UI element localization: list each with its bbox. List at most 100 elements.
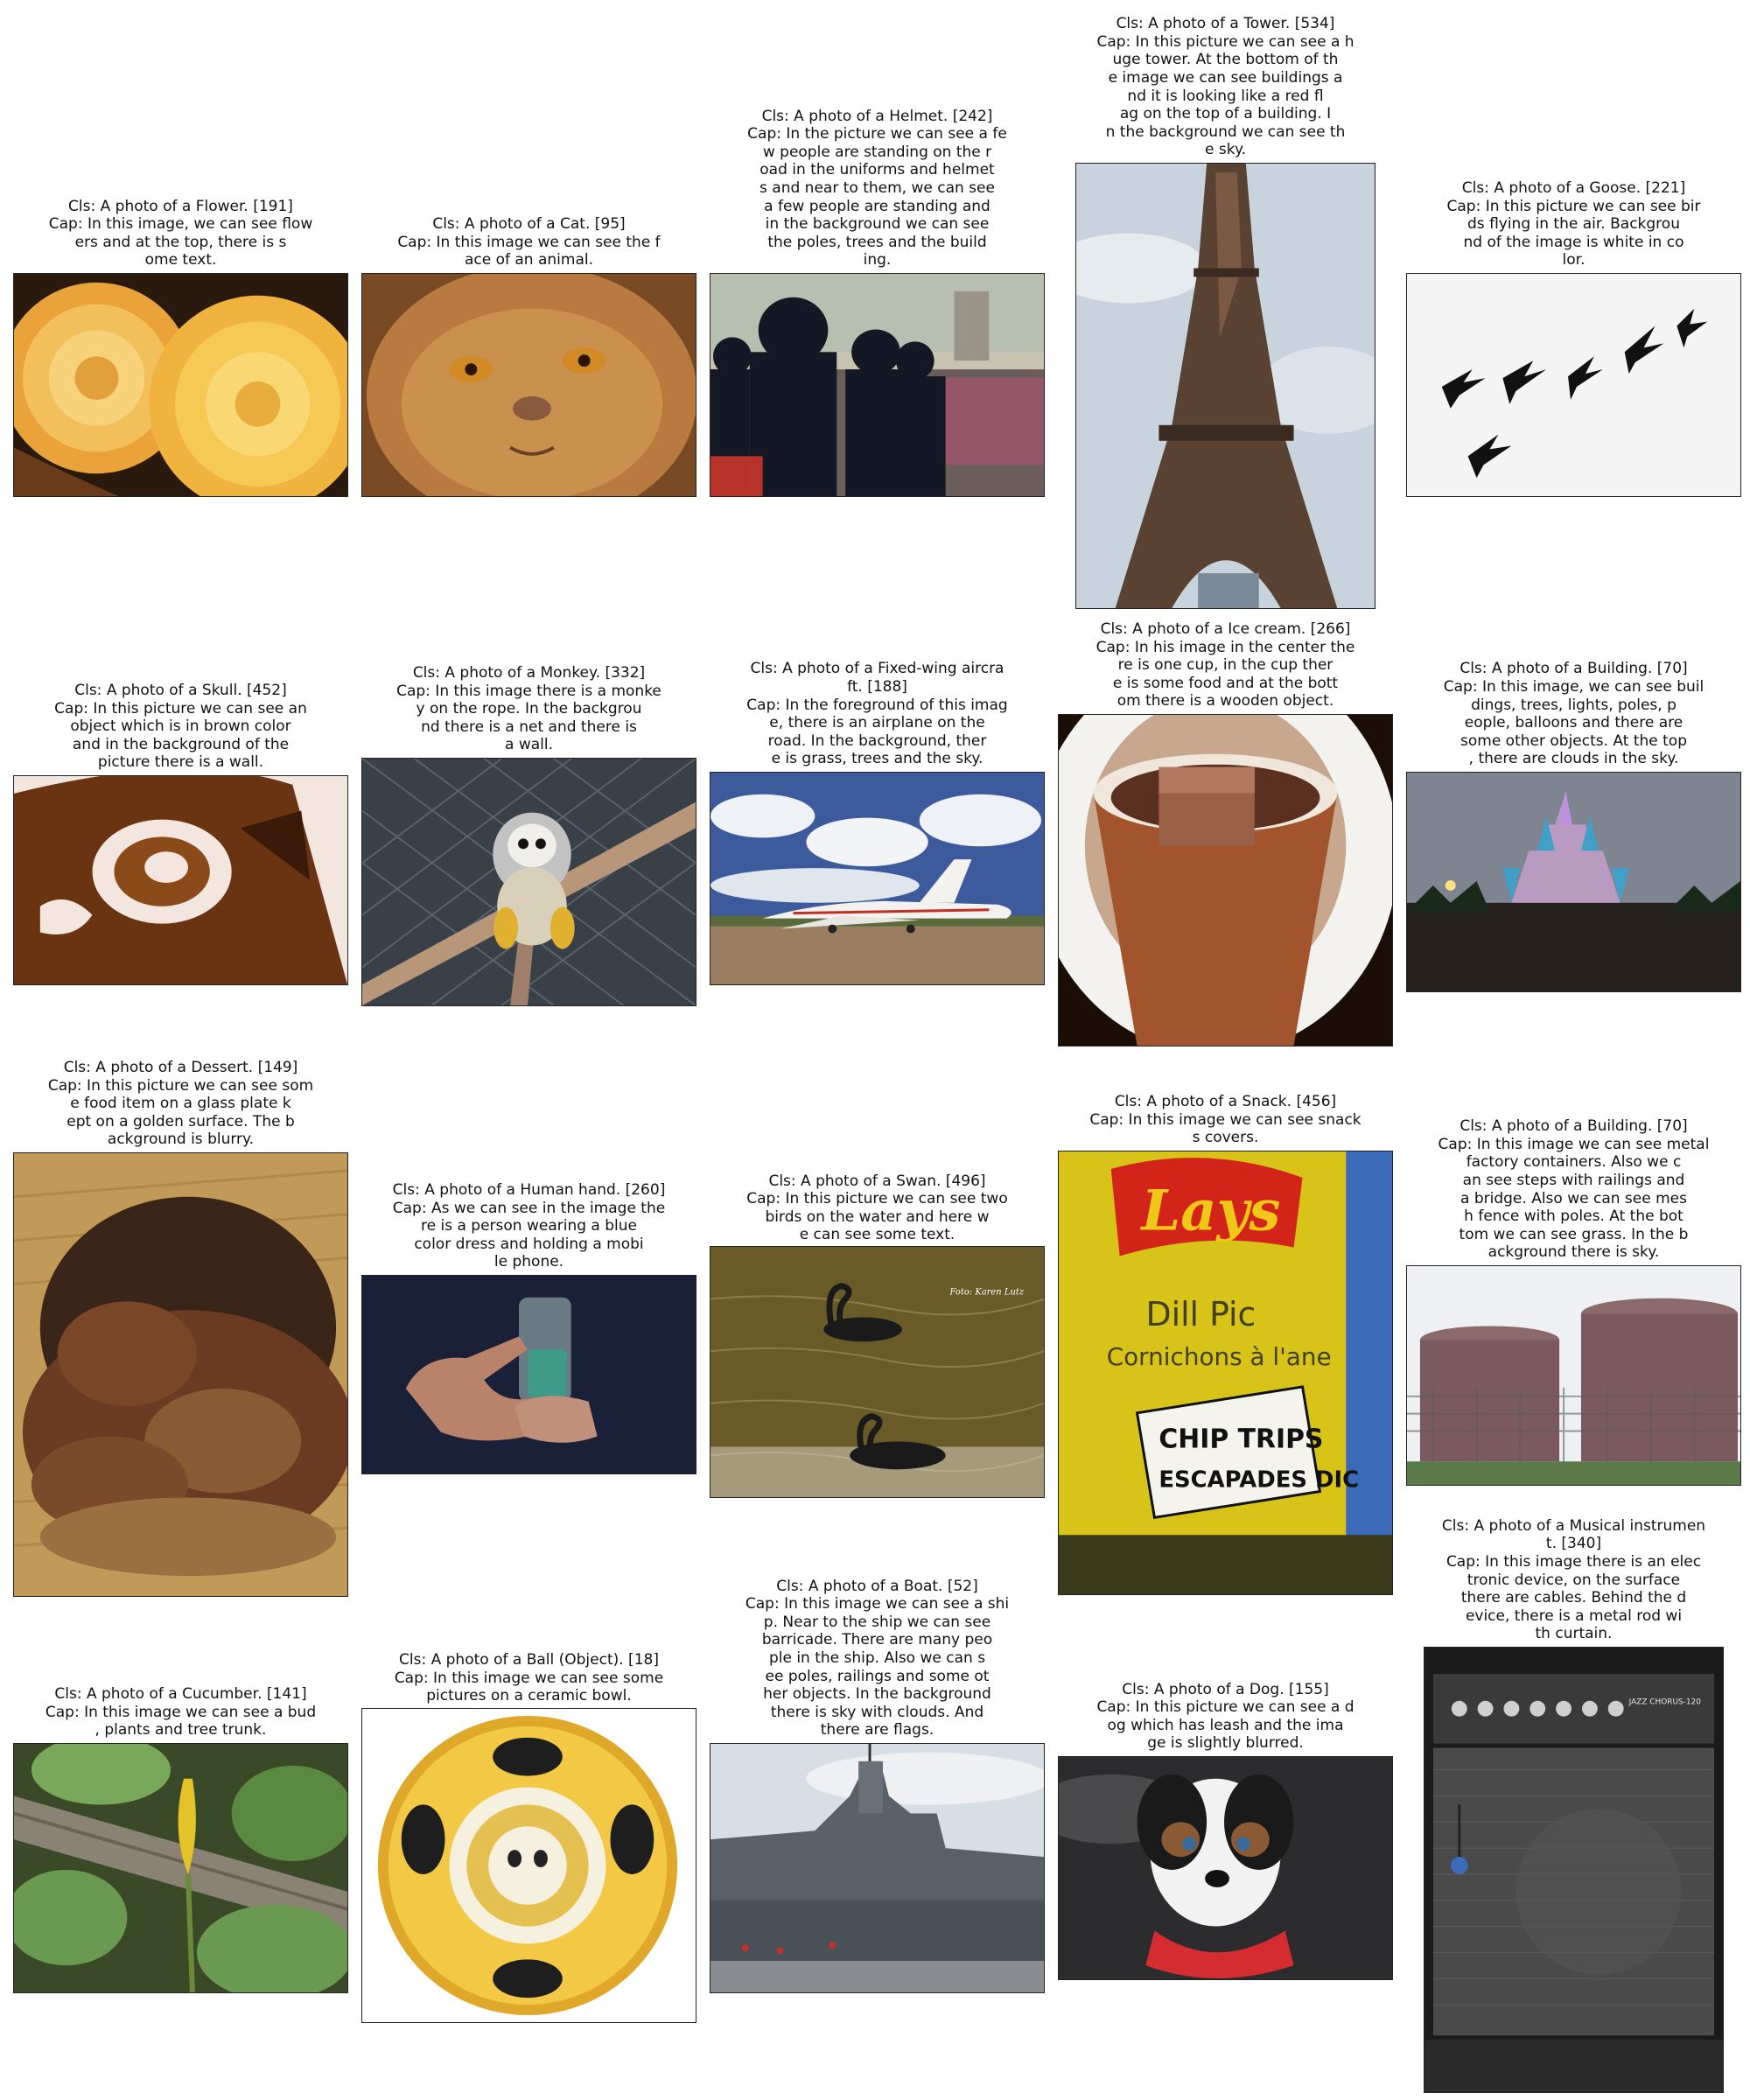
class-label: Cls: A photo of a Building. [70]	[1460, 660, 1688, 678]
watermark: Foto: Karen Lutz	[949, 1288, 1025, 1298]
class-label: Cls: A photo of a Musical instrumen t. […	[1441, 1516, 1706, 1553]
tile-cucumber: Cls: A photo of a Cucumber. [141] Cap: I…	[13, 1680, 348, 1993]
class-label: Cls: A photo of a Swan. [496]	[768, 1172, 986, 1190]
photo-helmet	[710, 273, 1045, 497]
caption-text: Cap: In this image, we can see flow ers …	[48, 215, 313, 270]
tile-castle: Cls: A photo of a Building. [70] Cap: In…	[1406, 656, 1741, 992]
bag-flavor-fr: Cornichons à l'ane	[1107, 1342, 1332, 1371]
photo-cucumber	[13, 1743, 348, 1993]
tile-hand: Cls: A photo of a Human hand. [260] Cap:…	[361, 1177, 696, 1474]
caption: Cls: A photo of a Goose. [221] Cap: In t…	[1389, 179, 1750, 270]
caption-text: Cap: In his image in the center the re i…	[1096, 638, 1355, 710]
caption-text: Cap: In the foreground of this imag e, t…	[746, 696, 1008, 768]
tile-flower: Cls: A photo of a Flower. [191] Cap: In …	[13, 192, 348, 497]
caption: Cls: A photo of a Snack. [456] Cap: In t…	[1040, 1093, 1410, 1147]
photo-tower	[1075, 163, 1376, 609]
caption: Cls: A photo of a Helmet. [242] Cap: In …	[692, 108, 1062, 270]
caption: Cls: A photo of a Boat. [52] Cap: In thi…	[692, 1578, 1062, 1740]
class-label: Cls: A photo of a Tower. [534]	[1116, 15, 1335, 33]
caption: Cls: A photo of a Building. [70] Cap: In…	[1389, 1117, 1750, 1262]
caption-text: Cap: In the picture we can see a fe w pe…	[747, 125, 1007, 270]
class-label: Cls: A photo of a Boat. [52]	[776, 1577, 978, 1595]
class-label: Cls: A photo of a Cat. [95]	[432, 215, 626, 234]
bag-flavor: Dill Pic	[1145, 1295, 1256, 1334]
tile-dog: Cls: A photo of a Dog. [155] Cap: In thi…	[1058, 1676, 1393, 1980]
caption: Cls: A photo of a Human hand. [260] Cap:…	[344, 1181, 714, 1271]
caption: Cls: A photo of a Dessert. [149] Cap: In…	[0, 1059, 366, 1149]
caption-text: Cap: In this image there is an elec tron…	[1446, 1553, 1702, 1643]
photo-flower	[13, 273, 348, 497]
photo-ship	[710, 1743, 1045, 1993]
photo-bowl	[361, 1708, 696, 2023]
photo-hand	[361, 1275, 696, 1474]
caption-text: Cap: In this image we can see snack s co…	[1089, 1110, 1362, 1147]
tile-icecream: Cls: A photo of a Ice cream. [266] Cap: …	[1058, 615, 1393, 1046]
caption-text: Cap: In this picture we can see bir ds f…	[1446, 197, 1701, 270]
class-label: Cls: A photo of a Dessert. [149]	[63, 1059, 298, 1077]
photo-goose	[1406, 273, 1741, 497]
caption: Cls: A photo of a Skull. [452] Cap: In t…	[0, 682, 366, 772]
photo-monkey	[361, 758, 696, 1006]
caption-text: Cap: In this image, we can see buil ding…	[1443, 678, 1704, 768]
amp-label: JAZZ CHORUS-120	[1628, 1698, 1702, 1707]
caption-text: Cap: In this picture we can see two bird…	[746, 1190, 1008, 1244]
tile-aircraft: Cls: A photo of a Fixed-wing aircra ft. …	[710, 656, 1045, 985]
tile-swan: Cls: A photo of a Swan. [496] Cap: In th…	[710, 1155, 1045, 1498]
caption: Cls: A photo of a Ice cream. [266] Cap: …	[1040, 620, 1410, 710]
tile-snack: Cls: A photo of a Snack. [456] Cap: In t…	[1058, 1089, 1393, 1595]
caption: Cls: A photo of a Swan. [496] Cap: In th…	[692, 1172, 1062, 1244]
tile-skull: Cls: A photo of a Skull. [452] Cap: In t…	[13, 674, 348, 985]
photo-tanks	[1406, 1265, 1741, 1486]
caption-text: Cap: In this picture we can see a d og w…	[1096, 1698, 1354, 1753]
caption: Cls: A photo of a Musical instrumen t. […	[1406, 1517, 1741, 1643]
class-label: Cls: A photo of a Fixed-wing aircra ft. …	[750, 660, 1004, 696]
caption-text: Cap: As we can see in the image the re i…	[392, 1199, 666, 1271]
photo-snack: Lays Dill Pic Cornichons à l'ane CHIP TR…	[1058, 1151, 1393, 1595]
class-label: Cls: A photo of a Dog. [155]	[1122, 1680, 1329, 1698]
class-label: Cls: A photo of a Goose. [221]	[1461, 179, 1686, 198]
tile-goose: Cls: A photo of a Goose. [221] Cap: In t…	[1406, 175, 1741, 497]
caption-text: Cap: In this image we can see a shi p. N…	[745, 1595, 1010, 1740]
caption: Cls: A photo of a Cucumber. [141] Cap: I…	[0, 1685, 366, 1740]
tile-tower: Cls: A photo of a Tower. [534] Cap: In t…	[1075, 9, 1376, 609]
tile-amp: Cls: A photo of a Musical instrumen t. […	[1424, 1507, 1724, 2093]
caption-text: Cap: In this image we can see some pictu…	[394, 1669, 664, 1705]
photo-dog	[1058, 1756, 1393, 1980]
caption-text: Cap: In this picture we can see a h uge …	[1096, 32, 1354, 159]
photo-amp: JAZZ CHORUS-120	[1424, 1647, 1724, 2093]
bag-promo: CHIP TRIPS	[1158, 1424, 1323, 1455]
tile-bowl: Cls: A photo of a Ball (Object). [18] Ca…	[361, 1649, 696, 2023]
bag-brand: Lays	[1140, 1179, 1281, 1244]
photo-cat	[361, 273, 696, 497]
caption: Cls: A photo of a Dog. [155] Cap: In thi…	[1040, 1681, 1410, 1753]
caption-text: Cap: In this picture we can see som e fo…	[47, 1076, 314, 1149]
photo-castle	[1406, 772, 1741, 992]
class-label: Cls: A photo of a Snack. [456]	[1114, 1093, 1337, 1111]
tile-ship: Cls: A photo of a Boat. [52] Cap: In thi…	[710, 1571, 1045, 1993]
caption-text: Cap: In this picture we can see an objec…	[54, 699, 307, 772]
bag-promo-fr: ESCAPADES DIC	[1158, 1466, 1359, 1493]
caption: Cls: A photo of a Flower. [191] Cap: In …	[0, 198, 366, 270]
caption: Cls: A photo of a Ball (Object). [18] Ca…	[344, 1651, 714, 1705]
tile-cat: Cls: A photo of a Cat. [95] Cap: In this…	[361, 192, 696, 497]
class-label: Cls: A photo of a Human hand. [260]	[392, 1181, 666, 1200]
tile-dessert: Cls: A photo of a Dessert. [149] Cap: In…	[13, 1054, 348, 1597]
photo-dessert	[13, 1152, 348, 1597]
caption: Cls: A photo of a Tower. [534] Cap: In t…	[1058, 15, 1393, 159]
caption-text: Cap: In this image we can see a bud , pl…	[45, 1703, 317, 1740]
caption-text: Cap: In this image there is a monke y on…	[396, 682, 662, 754]
class-label: Cls: A photo of a Flower. [191]	[68, 197, 293, 215]
tile-monkey: Cls: A photo of a Monkey. [332] Cap: In …	[361, 656, 696, 1006]
photo-skull	[13, 775, 348, 985]
caption-text: Cap: In this image we can see the f ace …	[397, 233, 661, 270]
class-label: Cls: A photo of a Helmet. [242]	[761, 107, 993, 125]
photo-aircraft	[710, 772, 1045, 985]
class-label: Cls: A photo of a Ice cream. [266]	[1100, 620, 1351, 639]
photo-icecream	[1058, 714, 1393, 1046]
class-label: Cls: A photo of a Monkey. [332]	[412, 664, 646, 682]
class-label: Cls: A photo of a Skull. [452]	[74, 682, 287, 700]
tile-helmet: Cls: A photo of a Helmet. [242] Cap: In …	[710, 105, 1045, 497]
caption: Cls: A photo of a Cat. [95] Cap: In this…	[344, 215, 714, 270]
class-label: Cls: A photo of a Building. [70]	[1460, 1117, 1688, 1136]
class-label: Cls: A photo of a Cucumber. [141]	[54, 1685, 307, 1704]
